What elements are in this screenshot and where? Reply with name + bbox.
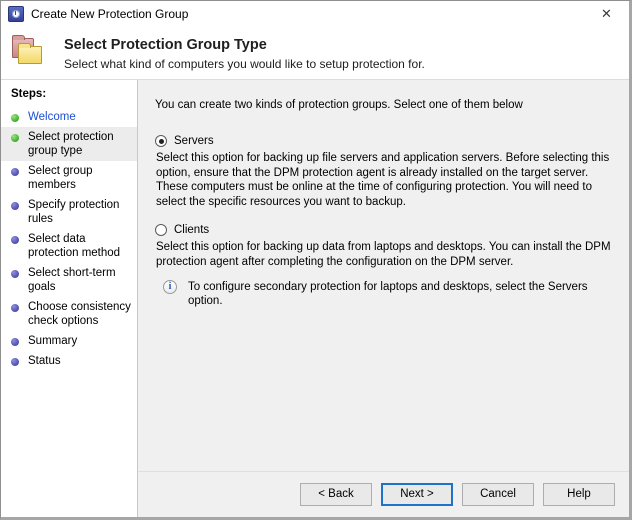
folders-icon	[12, 35, 48, 68]
button-bar: < Back Next > Cancel Help	[138, 471, 629, 517]
close-icon[interactable]: ✕	[584, 1, 629, 27]
page-subtitle: Select what kind of computers you would …	[64, 57, 425, 71]
radio-clients[interactable]	[155, 224, 167, 236]
option-clients-label: Clients	[174, 224, 210, 236]
option-clients-description: Select this option for backing up data f…	[156, 241, 611, 268]
content-inner: You can create two kinds of protection g…	[138, 80, 629, 471]
sidebar-step-4[interactable]: Select data protection method	[1, 229, 137, 263]
sidebar-step-7[interactable]: Summary	[1, 331, 137, 351]
dpm-clock-icon	[8, 6, 24, 22]
sidebar-step-label: Summary	[28, 335, 78, 347]
radio-servers[interactable]	[155, 135, 167, 147]
option-servers[interactable]: Servers Select this option for backing u…	[155, 134, 611, 209]
page-title: Select Protection Group Type	[64, 37, 267, 53]
sidebar-step-label: Select short-term goals	[28, 267, 116, 293]
page-header: Select Protection Group Type Select what…	[1, 28, 629, 79]
sidebar-step-0[interactable]: Welcome	[1, 107, 137, 127]
sidebar-step-label: Select protection group type	[28, 131, 114, 157]
step-bullet-icon	[11, 304, 19, 312]
dialog-window: Create New Protection Group ✕ Select Pro…	[0, 0, 632, 520]
dialog-body: Steps: Welcome Select protection group ty…	[1, 79, 629, 517]
step-bullet-icon	[11, 338, 19, 346]
sidebar-step-label: Welcome	[28, 111, 76, 123]
option-clients[interactable]: Clients Select this option for backing u…	[155, 223, 611, 308]
sidebar-step-label: Select data protection method	[28, 233, 121, 259]
step-bullet-icon	[11, 114, 19, 122]
help-button[interactable]: Help	[543, 483, 615, 506]
back-button[interactable]: < Back	[300, 483, 372, 506]
sidebar-step-label: Select group members	[28, 165, 93, 191]
steps-heading: Steps:	[11, 88, 47, 100]
sidebar-step-5[interactable]: Select short-term goals	[1, 263, 137, 297]
option-servers-description: Select this option for backing up file s…	[156, 152, 610, 208]
sidebar-step-2[interactable]: Select group members	[1, 161, 137, 195]
content-pane: You can create two kinds of protection g…	[138, 80, 629, 517]
info-note-text: To configure secondary protection for la…	[188, 281, 588, 307]
window-title: Create New Protection Group	[31, 7, 189, 21]
sidebar-step-3[interactable]: Specify protection rules	[1, 195, 137, 229]
info-icon	[163, 280, 177, 294]
step-bullet-icon	[11, 202, 19, 210]
option-servers-head[interactable]: Servers	[155, 134, 611, 148]
sidebar-step-label: Choose consistency check options	[28, 301, 131, 327]
cancel-button[interactable]: Cancel	[462, 483, 534, 506]
sidebar-step-1[interactable]: Select protection group type	[1, 127, 137, 161]
header-text-group: Select Protection Group Type Select what…	[64, 36, 425, 72]
step-bullet-icon	[11, 358, 19, 366]
step-bullet-icon	[11, 236, 19, 244]
intro-text: You can create two kinds of protection g…	[155, 99, 523, 111]
steps-sidebar: Steps: Welcome Select protection group ty…	[1, 80, 138, 517]
option-servers-label: Servers	[174, 135, 214, 147]
sidebar-step-label: Status	[28, 355, 61, 367]
next-button[interactable]: Next >	[381, 483, 453, 506]
step-bullet-icon	[11, 134, 19, 142]
info-note: To configure secondary protection for la…	[155, 280, 611, 308]
sidebar-step-8[interactable]: Status	[1, 351, 137, 371]
sidebar-step-6[interactable]: Choose consistency check options	[1, 297, 137, 331]
option-clients-head[interactable]: Clients	[155, 223, 611, 237]
step-bullet-icon	[11, 270, 19, 278]
step-bullet-icon	[11, 168, 19, 176]
title-bar: Create New Protection Group ✕	[1, 1, 629, 28]
sidebar-step-label: Specify protection rules	[28, 199, 120, 225]
steps-list: Welcome Select protection group type Selec…	[1, 107, 137, 371]
